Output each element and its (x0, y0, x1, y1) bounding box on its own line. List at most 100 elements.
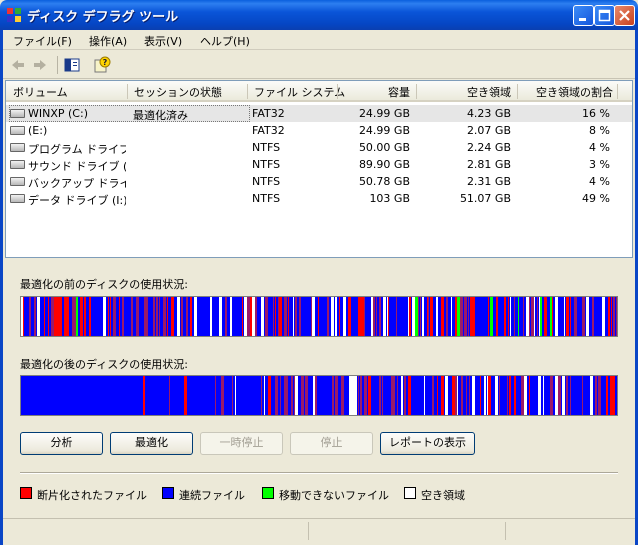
column-divider[interactable] (127, 84, 128, 99)
map-segment (313, 376, 315, 415)
volume-status: 最適化済み (133, 109, 188, 122)
column-free-percent[interactable]: 空き領域の割合 (521, 84, 613, 100)
map-segment (284, 376, 285, 415)
map-segment (540, 297, 542, 336)
map-segment (103, 297, 106, 336)
map-segment (611, 297, 612, 336)
map-segment (261, 376, 262, 415)
volume-row[interactable]: バックアップ ドライ... NTFS 50.78 GB 2.31 GB 4 % (6, 173, 632, 190)
column-capacity[interactable]: 容量 (344, 84, 410, 100)
map-segment (521, 376, 524, 415)
map-segment (468, 297, 469, 336)
volume-row[interactable]: (E:) FAT32 24.99 GB 2.07 GB 8 % (6, 122, 632, 139)
map-segment (285, 376, 288, 415)
menu-action[interactable]: 操作(A) (89, 33, 127, 49)
menu-help[interactable]: ヘルプ(H) (200, 33, 250, 49)
column-free-space[interactable]: 空き領域 (423, 84, 511, 100)
map-segment (396, 297, 397, 336)
map-segment (291, 376, 293, 415)
legend-fragmented-label: 断片化されたファイル (37, 489, 147, 502)
map-segment (538, 376, 541, 415)
column-divider[interactable] (337, 84, 338, 99)
map-segment (361, 297, 364, 336)
volume-capacity: 103 GB (369, 192, 410, 205)
volume-list[interactable]: ボリューム セッションの状態 ファイル システム 容量 空き領域 空き領域の割合… (5, 80, 633, 258)
map-segment (562, 376, 565, 415)
volume-fs: FAT32 (252, 107, 285, 120)
map-segment (186, 297, 187, 336)
column-divider[interactable] (416, 84, 417, 99)
column-session-status[interactable]: セッションの状態 (134, 84, 222, 100)
legend-unmovable-swatch (262, 487, 274, 499)
menu-view[interactable]: 表示(V) (144, 33, 182, 49)
divider (20, 472, 618, 474)
after-map-graphic (21, 376, 617, 415)
map-segment (301, 376, 304, 415)
analyze-button[interactable]: 分析 (20, 432, 103, 455)
map-segment (294, 376, 295, 415)
map-segment (397, 376, 398, 415)
legend-contiguous-label: 連続ファイル (179, 489, 245, 502)
map-segment (343, 297, 346, 336)
map-segment (496, 297, 498, 336)
column-divider[interactable] (517, 84, 518, 99)
help-icon[interactable]: ? (93, 56, 111, 74)
volume-free-percent: 8 % (589, 124, 610, 137)
title-bar[interactable]: ディスク デフラグ ツール (0, 0, 638, 30)
volume-row[interactable]: サウンド ドライブ (... NTFS 89.90 GB 2.81 GB 3 % (6, 156, 632, 173)
volume-row[interactable]: データ ドライブ (I:) NTFS 103 GB 51.07 GB 49 % (6, 190, 632, 207)
back-arrow-icon[interactable] (9, 56, 27, 74)
map-segment (602, 297, 605, 336)
map-segment (508, 297, 509, 336)
volume-row[interactable]: プログラム ドライブ... NTFS 50.00 GB 2.24 GB 4 % (6, 139, 632, 156)
map-segment (153, 297, 155, 336)
legend-free-label: 空き領域 (421, 489, 465, 502)
map-segment (430, 297, 431, 336)
volume-row[interactable]: WINXP (C:) 最適化済み FAT32 24.99 GB 4.23 GB … (6, 105, 632, 122)
volume-name: WINXP (C:) (28, 107, 88, 120)
status-bar (3, 518, 635, 542)
map-segment (441, 376, 444, 415)
window-border-left (0, 30, 3, 545)
map-segment (44, 297, 45, 336)
map-segment (582, 376, 583, 415)
map-segment (524, 376, 527, 415)
pause-button[interactable]: 一時停止 (200, 432, 283, 455)
stop-button[interactable]: 停止 (290, 432, 373, 455)
map-segment (464, 297, 467, 336)
map-segment (595, 376, 597, 415)
defragment-button[interactable]: 最適化 (110, 432, 193, 455)
map-segment (445, 376, 448, 415)
map-segment (279, 297, 282, 336)
map-segment (564, 297, 565, 336)
map-segment (194, 297, 197, 336)
map-segment (488, 376, 491, 415)
map-segment (54, 297, 57, 336)
volume-free: 2.07 GB (466, 124, 511, 137)
column-divider[interactable] (247, 84, 248, 99)
volume-capacity: 24.99 GB (358, 124, 410, 137)
menu-file[interactable]: ファイル(F) (13, 33, 72, 49)
minimize-button[interactable] (573, 5, 594, 26)
map-segment (393, 376, 395, 415)
map-segment (610, 376, 613, 415)
column-file-system[interactable]: ファイル システム (254, 84, 345, 100)
maximize-button[interactable] (594, 5, 615, 26)
minimize-icon (579, 18, 586, 21)
map-segment (295, 297, 297, 336)
map-segment (181, 297, 183, 336)
drive-icon (10, 109, 25, 118)
view-report-button[interactable]: レポートの表示 (380, 432, 475, 455)
map-segment (255, 297, 257, 336)
map-segment (446, 297, 448, 336)
volume-free: 4.23 GB (466, 107, 511, 120)
column-divider[interactable] (617, 84, 618, 99)
volume-free-percent: 16 % (582, 107, 610, 120)
close-button[interactable] (614, 5, 635, 26)
forward-arrow-icon[interactable] (31, 56, 49, 74)
map-segment (351, 376, 352, 415)
volume-free: 51.07 GB (459, 192, 511, 205)
column-volume[interactable]: ボリューム (13, 84, 68, 100)
map-segment (451, 297, 452, 336)
show-hide-console-tree-icon[interactable] (63, 56, 81, 74)
